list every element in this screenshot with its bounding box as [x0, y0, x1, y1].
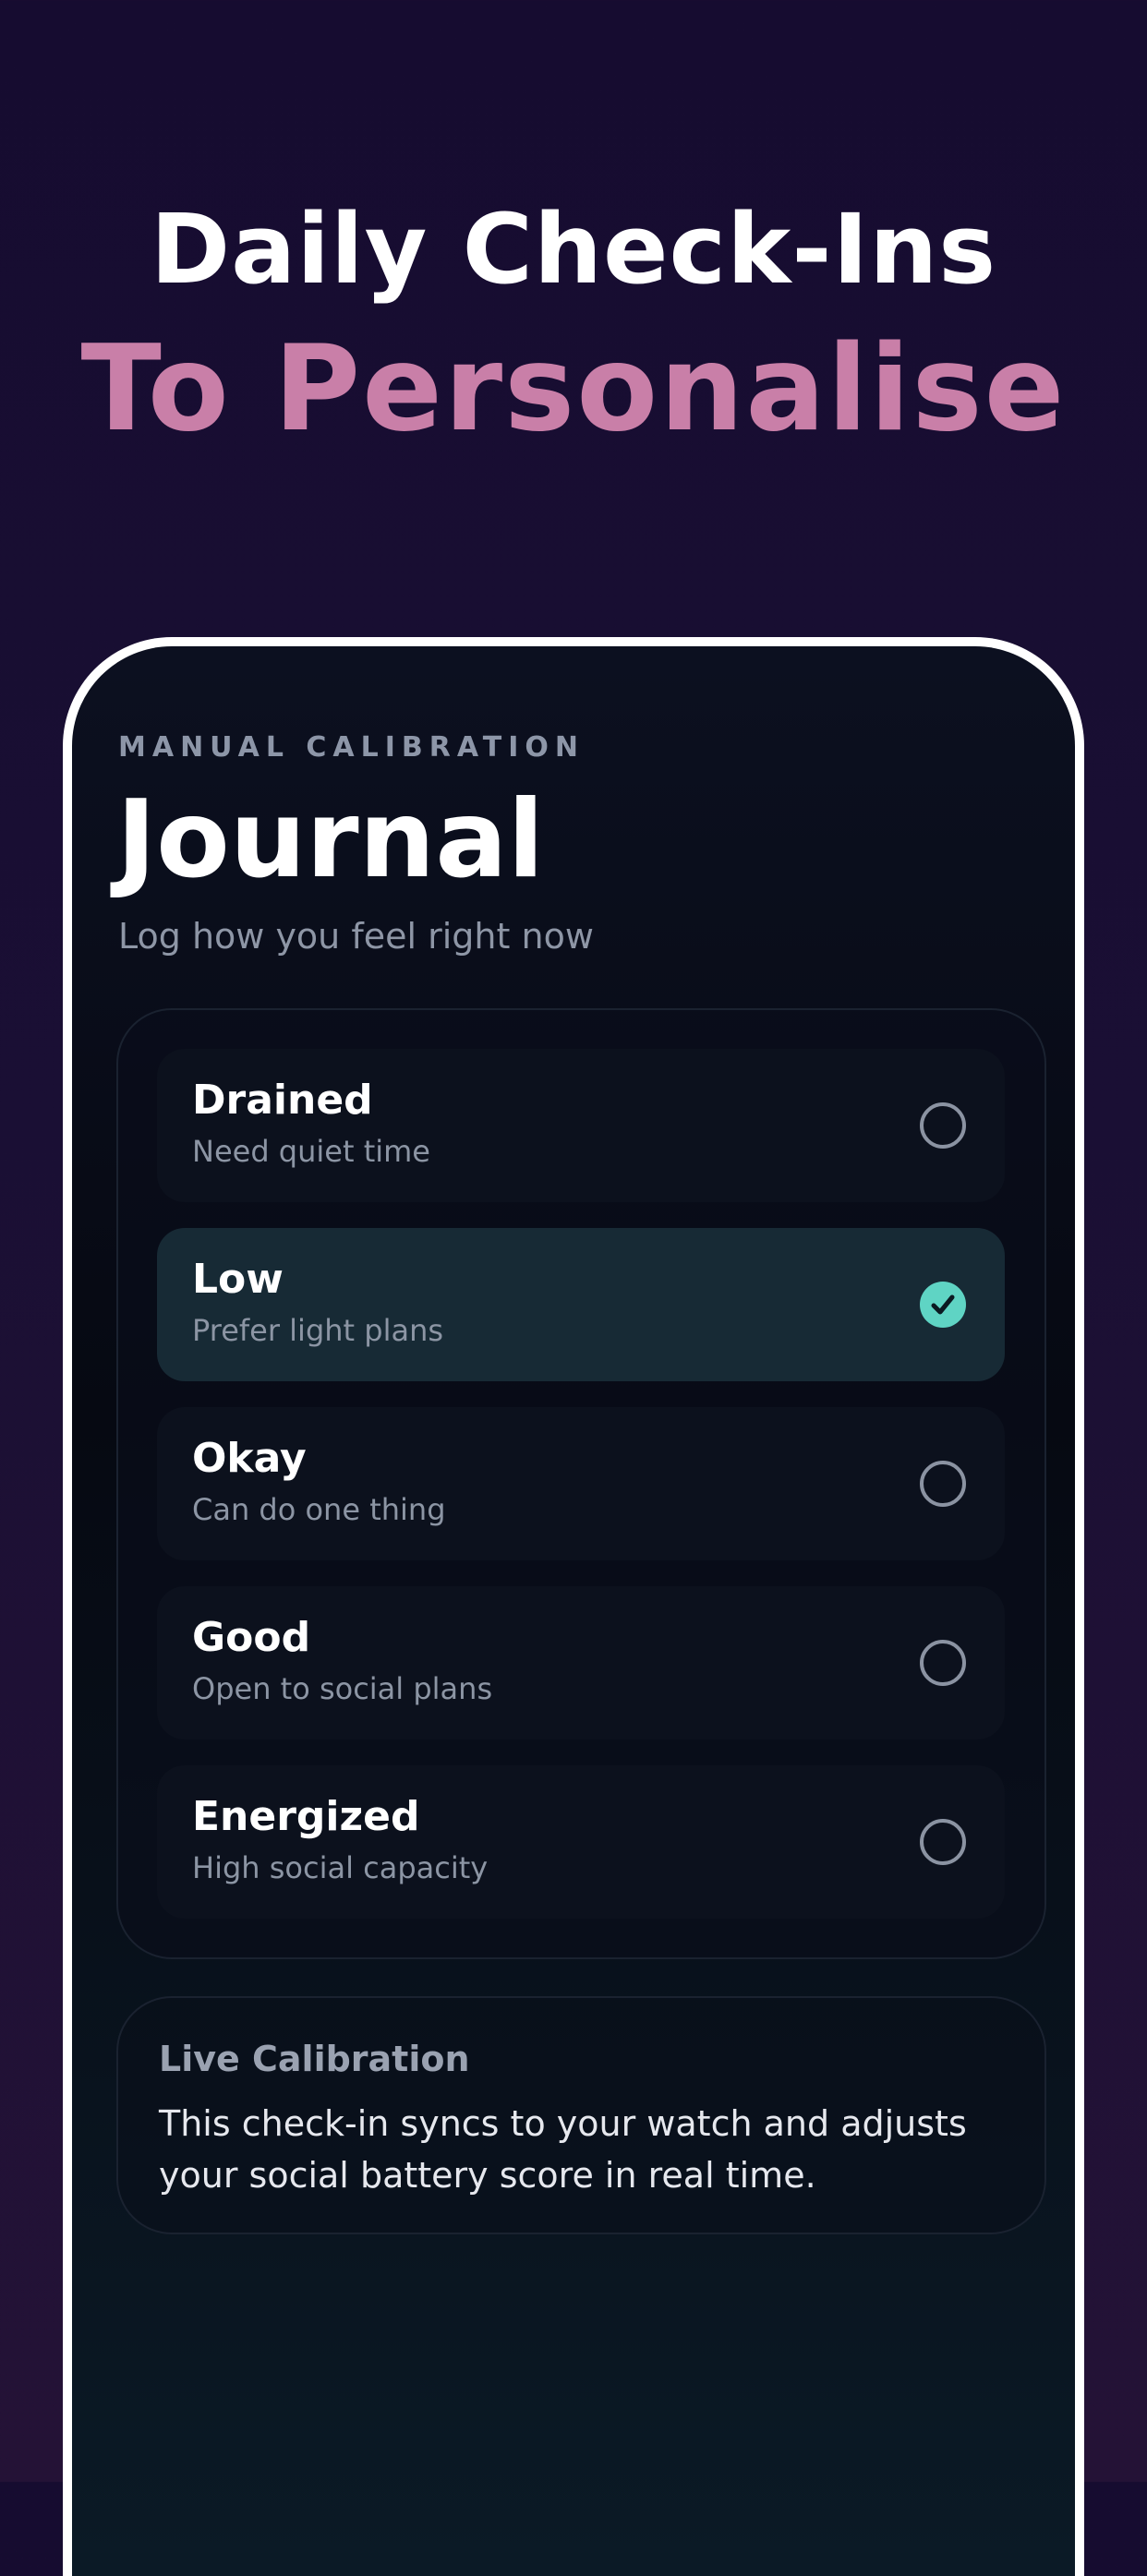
page-title: Journal: [116, 777, 545, 902]
headline-line-2: To Personalise: [80, 320, 1067, 458]
radio-empty-icon[interactable]: [920, 1640, 966, 1686]
option-drained[interactable]: Drained Need quiet time: [157, 1049, 1005, 1202]
option-title: Drained: [192, 1077, 373, 1124]
option-good[interactable]: Good Open to social plans: [157, 1586, 1005, 1739]
live-calibration-title: Live Calibration: [159, 2039, 470, 2079]
option-title: Good: [192, 1614, 311, 1661]
radio-empty-icon[interactable]: [920, 1461, 966, 1507]
checkmark-circle-icon[interactable]: [920, 1282, 966, 1328]
option-okay[interactable]: Okay Can do one thing: [157, 1407, 1005, 1560]
option-description: Need quiet time: [192, 1134, 430, 1169]
option-description: Prefer light plans: [192, 1313, 444, 1348]
option-description: Can do one thing: [192, 1492, 446, 1527]
option-energized[interactable]: Energized High social capacity: [157, 1765, 1005, 1919]
radio-empty-icon[interactable]: [920, 1102, 966, 1149]
live-calibration-card: Live Calibration This check-in syncs to …: [116, 1996, 1046, 2234]
option-title: Low: [192, 1256, 284, 1303]
headline-line-1: Daily Check-Ins: [150, 193, 997, 306]
option-description: Open to social plans: [192, 1671, 493, 1706]
phone-frame: MANUAL CALIBRATION Journal Log how you f…: [63, 637, 1084, 2576]
option-title: Energized: [192, 1793, 420, 1840]
live-calibration-body: This check-in syncs to your watch and ad…: [159, 2103, 967, 2196]
radio-empty-icon[interactable]: [920, 1819, 966, 1865]
option-low[interactable]: Low Prefer light plans: [157, 1228, 1005, 1381]
page-subtitle: Log how you feel right now: [118, 916, 594, 957]
mood-options-card: Drained Need quiet time Low Prefer light…: [116, 1008, 1046, 1959]
option-title: Okay: [192, 1435, 307, 1482]
section-eyebrow: MANUAL CALIBRATION: [118, 731, 585, 764]
option-description: High social capacity: [192, 1850, 489, 1885]
